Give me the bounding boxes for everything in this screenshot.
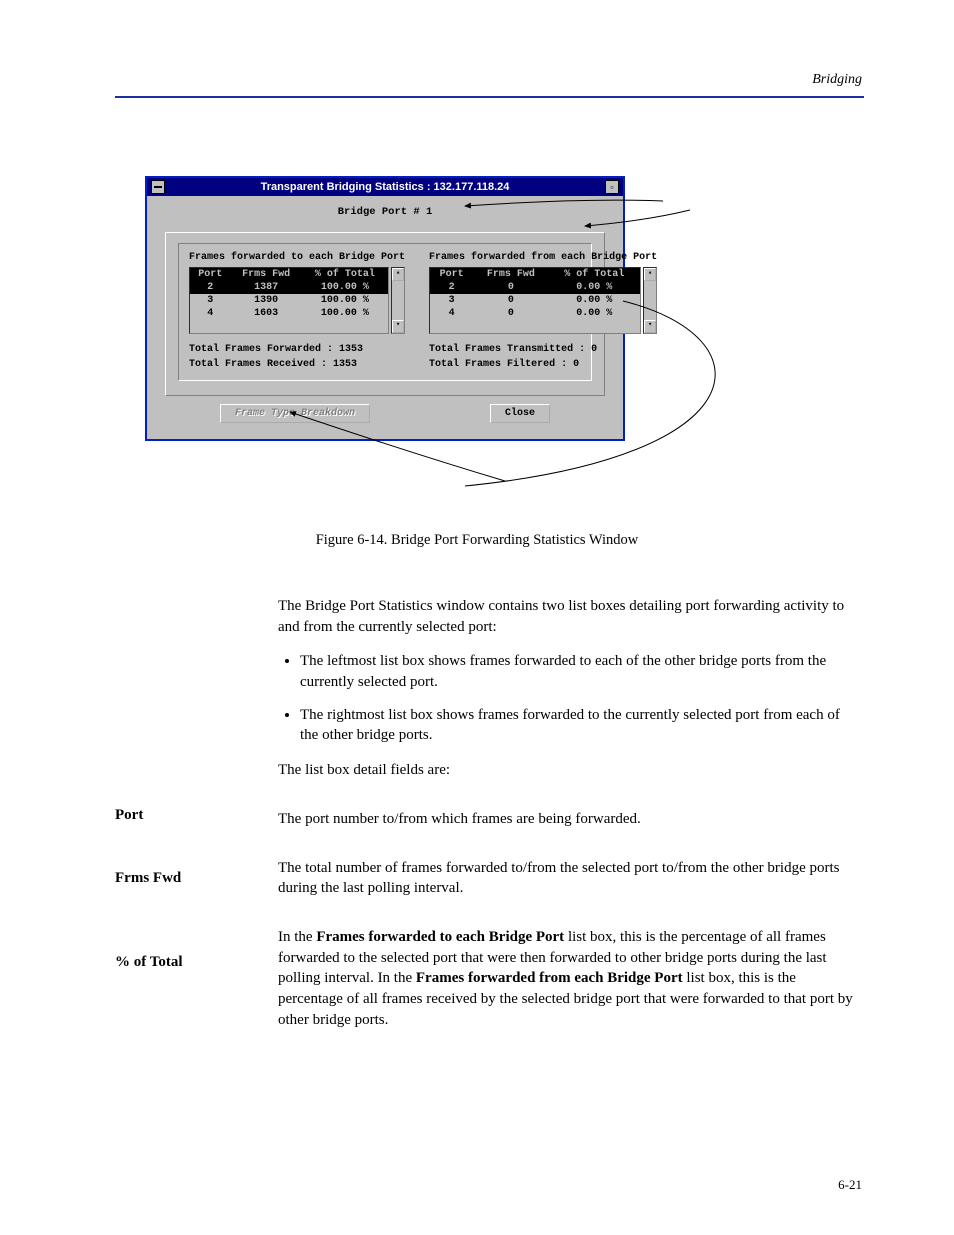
title-bar: Transparent Bridging Statistics : 132.17…	[147, 178, 623, 196]
col-port: Port	[190, 268, 231, 281]
total-received-label: Total Frames Received :	[189, 359, 327, 370]
col-frms: Frms Fwd	[473, 268, 548, 281]
list-item[interactable]: 2 1387 100.00 %	[190, 281, 388, 294]
port-description: The port number to/from which frames are…	[278, 809, 858, 830]
total-forwarded-value: 1353	[339, 344, 363, 355]
app-window: Transparent Bridging Statistics : 132.17…	[145, 176, 625, 441]
right-panel-title: Frames forwarded from each Bridge Port	[429, 252, 657, 263]
header-rule	[115, 96, 864, 98]
scroll-down-icon[interactable]: ▾	[392, 320, 404, 333]
field-label-port: Port	[115, 807, 255, 824]
col-frms: Frms Fwd	[231, 268, 302, 281]
list-item[interactable]: 3 1390 100.00 %	[190, 294, 388, 307]
minimize-icon[interactable]: ▫	[605, 180, 619, 194]
total-received-value: 1353	[333, 359, 357, 370]
frms-description: The total number of frames forwarded to/…	[278, 858, 858, 899]
field-label-pct: % of Total	[115, 954, 255, 971]
col-port: Port	[430, 268, 473, 281]
total-forwarded-label: Total Frames Forwarded :	[189, 344, 333, 355]
intro-paragraph: The Bridge Port Statistics window contai…	[278, 596, 858, 637]
frame-type-breakdown-button[interactable]: Frame Type Breakdown	[220, 404, 370, 423]
figure-screenshot: Transparent Bridging Statistics : 132.17…	[145, 176, 625, 441]
close-button[interactable]: Close	[490, 404, 550, 423]
list-item[interactable]: 4 1603 100.00 %	[190, 307, 388, 320]
field-label-frms: Frms Fwd	[115, 870, 255, 887]
col-pct: % of Total	[302, 268, 388, 281]
scrollbar[interactable]: ▴ ▾	[643, 267, 657, 334]
left-panel-title: Frames forwarded to each Bridge Port	[189, 252, 405, 263]
bullet-item: The rightmost list box shows frames forw…	[300, 705, 858, 746]
header-section-title: Bridging	[812, 72, 862, 88]
total-filtered-label: Total Frames Filtered :	[429, 359, 567, 370]
scroll-up-icon[interactable]: ▴	[392, 268, 404, 281]
fields-intro: The list box detail fields are:	[278, 760, 858, 781]
list-item[interactable]: 4 0 0.00 %	[430, 307, 640, 320]
col-pct: % of Total	[549, 268, 641, 281]
system-menu-icon[interactable]	[151, 180, 165, 194]
pct-description: In the Frames forwarded to each Bridge P…	[278, 927, 858, 1030]
total-transmitted-label: Total Frames Transmitted :	[429, 344, 585, 355]
bullet-item: The leftmost list box shows frames forwa…	[300, 651, 858, 692]
right-list-box[interactable]: Port Frms Fwd % of Total 2 0 0.00 %	[429, 267, 641, 334]
total-transmitted-value: 0	[591, 344, 597, 355]
left-list-box[interactable]: Port Frms Fwd % of Total 2 1387 100.00 %	[189, 267, 389, 334]
scroll-up-icon[interactable]: ▴	[644, 268, 656, 281]
scroll-down-icon[interactable]: ▾	[644, 320, 656, 333]
scrollbar[interactable]: ▴ ▾	[391, 267, 405, 334]
total-filtered-value: 0	[573, 359, 579, 370]
list-item[interactable]: 2 0 0.00 %	[430, 281, 640, 294]
page-number: 6-21	[838, 1177, 862, 1193]
figure-caption: Figure 6-14. Bridge Port Forwarding Stat…	[0, 532, 954, 549]
list-item[interactable]: 3 0 0.00 %	[430, 294, 640, 307]
window-title: Transparent Bridging Statistics : 132.17…	[165, 181, 605, 193]
bridge-port-label: Bridge Port # 1	[165, 206, 605, 218]
